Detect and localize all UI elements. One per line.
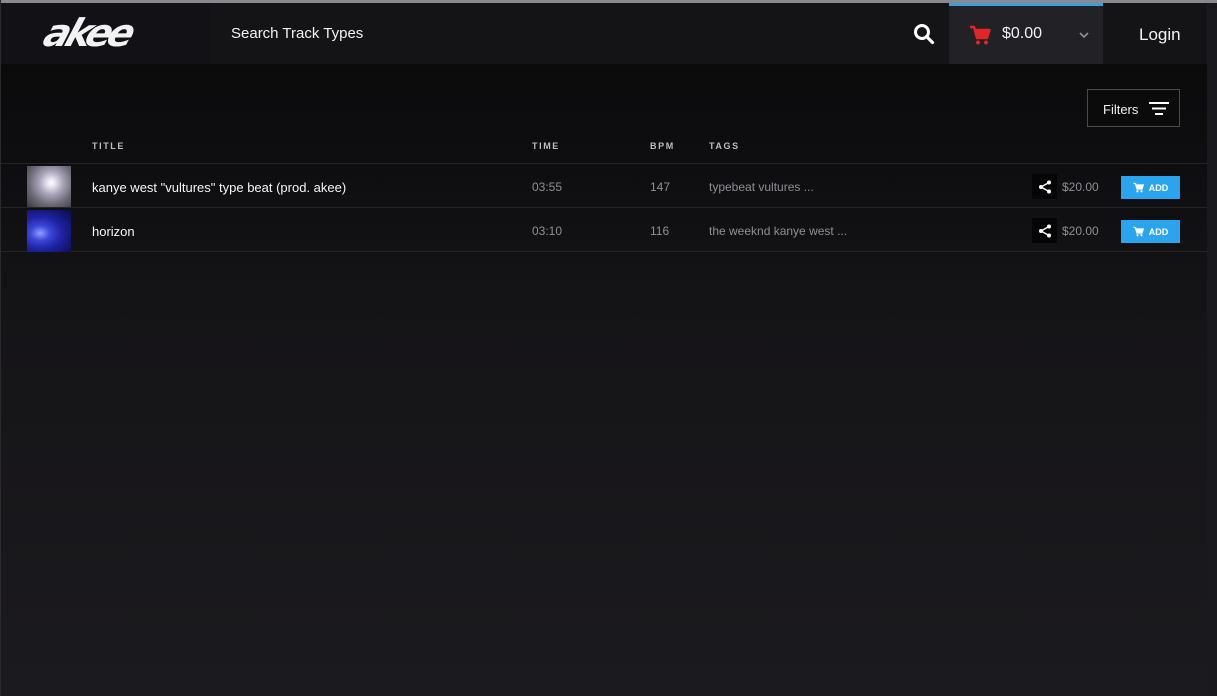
track-time: 03:55: [532, 180, 563, 194]
akee-logo-icon: akee: [38, 16, 140, 52]
login-link[interactable]: Login: [1139, 25, 1181, 45]
add-button-label: ADD: [1148, 226, 1169, 237]
cart-add-icon: [1133, 182, 1144, 193]
track-row[interactable]: kanye west "vultures" type beat (prod. a…: [1, 163, 1207, 208]
track-artwork[interactable]: [27, 210, 71, 252]
share-button[interactable]: [1032, 174, 1057, 199]
column-header-tags: TAGS: [709, 141, 740, 151]
share-icon: [1038, 224, 1051, 237]
track-time: 03:10: [532, 224, 563, 238]
column-header-title: TITLE: [92, 141, 125, 151]
chevron-down-icon[interactable]: [1078, 30, 1090, 40]
add-to-cart-button[interactable]: ADD: [1121, 176, 1180, 199]
cart-total: $0.00: [1002, 25, 1043, 42]
add-to-cart-button[interactable]: ADD: [1121, 220, 1180, 243]
search-icon[interactable]: [913, 23, 935, 45]
track-title[interactable]: horizon: [92, 224, 135, 239]
filters-label: Filters: [1103, 102, 1139, 117]
track-price: $20.00: [1062, 180, 1099, 194]
track-bpm: 147: [650, 180, 671, 194]
logo[interactable]: akee: [2, 3, 211, 64]
track-row[interactable]: horizon 03:10 116 the weeknd kanye west …: [1, 207, 1207, 252]
share-button[interactable]: [1032, 218, 1057, 243]
cart-add-icon: [1133, 226, 1144, 237]
track-bpm: 116: [650, 224, 670, 238]
column-header-time: TIME: [532, 141, 560, 151]
share-icon: [1038, 180, 1051, 193]
track-artwork[interactable]: [27, 166, 71, 208]
track-price: $20.00: [1062, 224, 1099, 238]
cart-dropdown[interactable]: $0.00: [949, 3, 1103, 64]
header: akee Search Track Types $0.00 Login: [1, 3, 1207, 64]
track-title[interactable]: kanye west "vultures" type beat (prod. a…: [92, 180, 346, 195]
svg-text:akee: akee: [38, 16, 140, 52]
track-tags[interactable]: typebeat vultures ...: [709, 180, 814, 194]
shopping-cart-icon: [970, 25, 991, 45]
add-button-label: ADD: [1148, 182, 1169, 193]
track-tags[interactable]: the weeknd kanye west ...: [709, 224, 847, 238]
track-table: kanye west "vultures" type beat (prod. a…: [1, 163, 1207, 252]
search-track-types[interactable]: Search Track Types: [231, 25, 363, 42]
column-header-bpm: BPM: [650, 141, 675, 151]
filter-lines-icon: [1149, 102, 1169, 115]
track-list-panel: Filters TITLE TIME BPM TAGS kanye west "…: [1, 64, 1207, 696]
filters-button[interactable]: Filters: [1087, 89, 1180, 127]
